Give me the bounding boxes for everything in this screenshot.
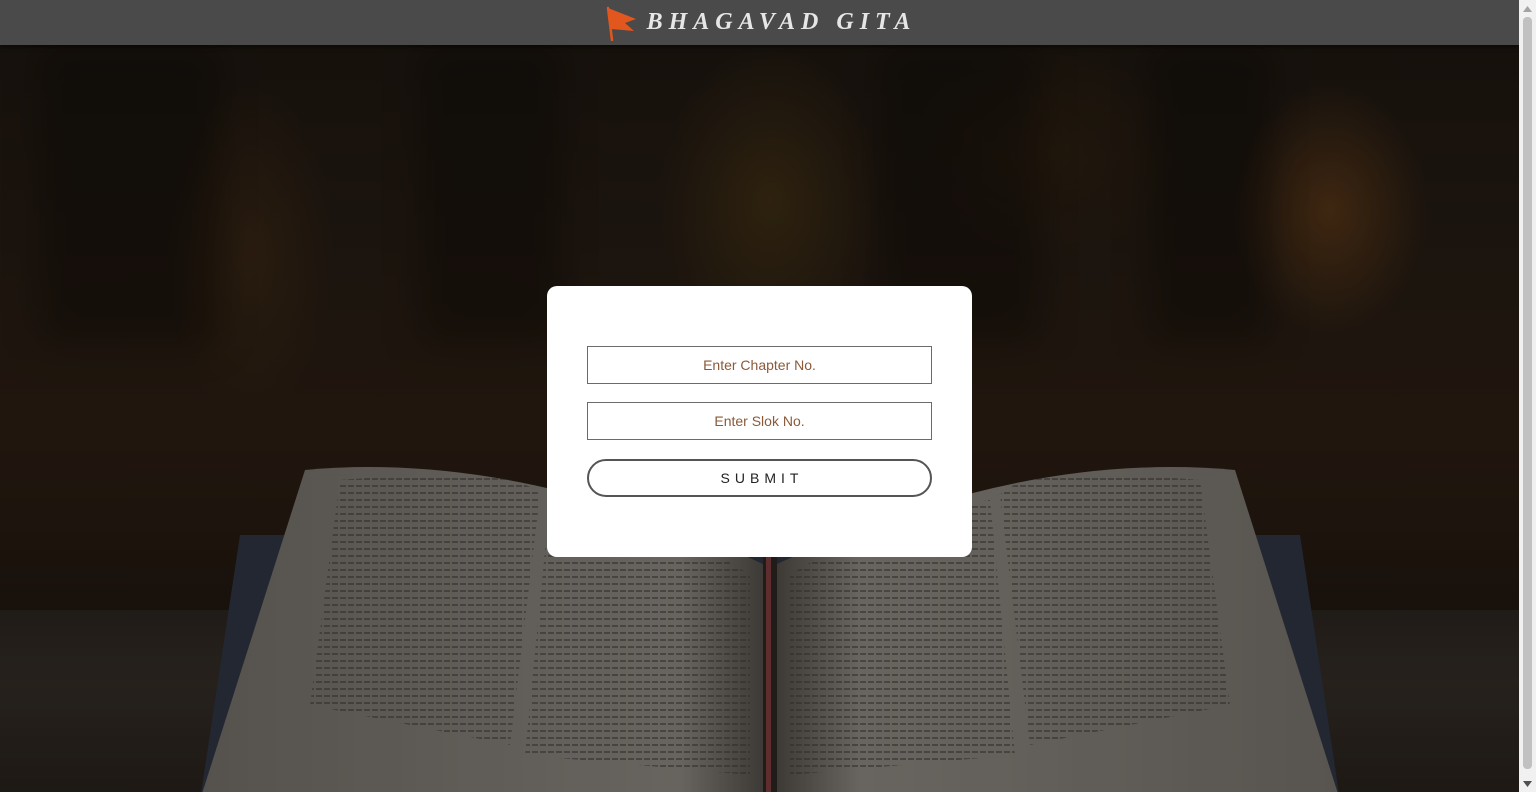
scroll-down-arrow-icon[interactable] bbox=[1519, 775, 1536, 792]
submit-button[interactable]: SUBMIT bbox=[587, 459, 932, 497]
saffron-flag-icon bbox=[606, 6, 636, 41]
lookup-card: SUBMIT bbox=[547, 286, 972, 557]
header-bar: BHAGAVAD GITA bbox=[0, 0, 1519, 45]
site-title: BHAGAVAD GITA bbox=[646, 9, 917, 35]
slok-number-input[interactable] bbox=[587, 402, 932, 440]
scroll-up-arrow-icon[interactable] bbox=[1519, 0, 1536, 17]
chapter-number-input[interactable] bbox=[587, 346, 932, 384]
page: BHAGAVAD GITA SUBMIT bbox=[0, 0, 1536, 792]
brand[interactable]: BHAGAVAD GITA bbox=[603, 5, 917, 41]
scrollbar-thumb[interactable] bbox=[1523, 17, 1532, 769]
vertical-scrollbar[interactable] bbox=[1519, 0, 1536, 792]
